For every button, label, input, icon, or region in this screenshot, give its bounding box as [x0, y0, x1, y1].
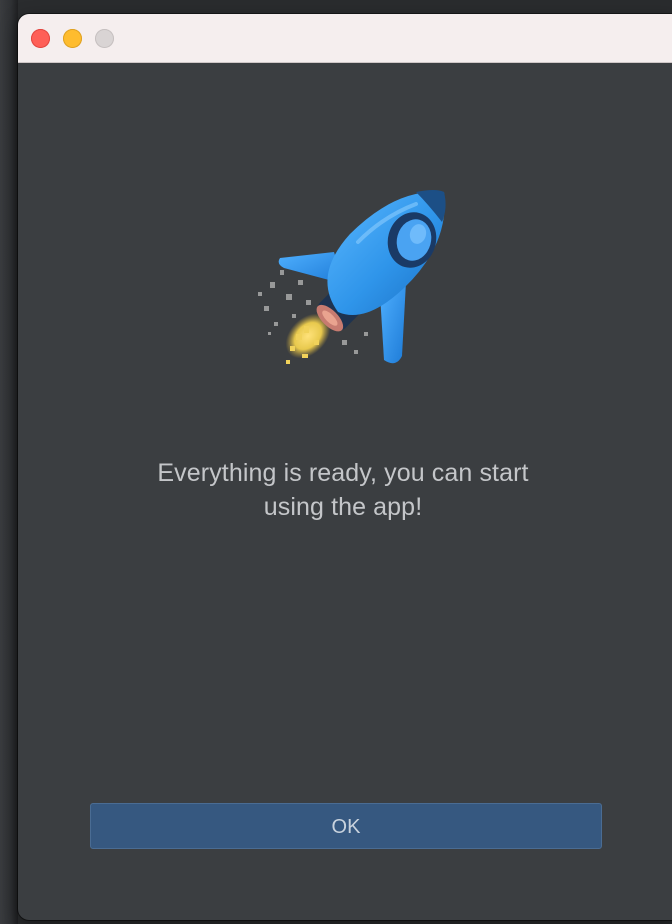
rocket-icon [258, 190, 446, 364]
close-window-button[interactable] [31, 29, 50, 48]
ok-button[interactable]: OK [90, 803, 602, 849]
title-bar[interactable] [18, 14, 672, 63]
dialog-window: Everything is ready, you can start using… [18, 14, 672, 920]
status-message: Everything is ready, you can start using… [78, 456, 608, 524]
minimize-window-button[interactable] [63, 29, 82, 48]
status-message-line-2: using the app! [263, 493, 423, 521]
status-message-line-1: Everything is ready, you can start [157, 459, 529, 487]
maximize-window-button [95, 29, 114, 48]
background-window-edge [0, 0, 18, 924]
